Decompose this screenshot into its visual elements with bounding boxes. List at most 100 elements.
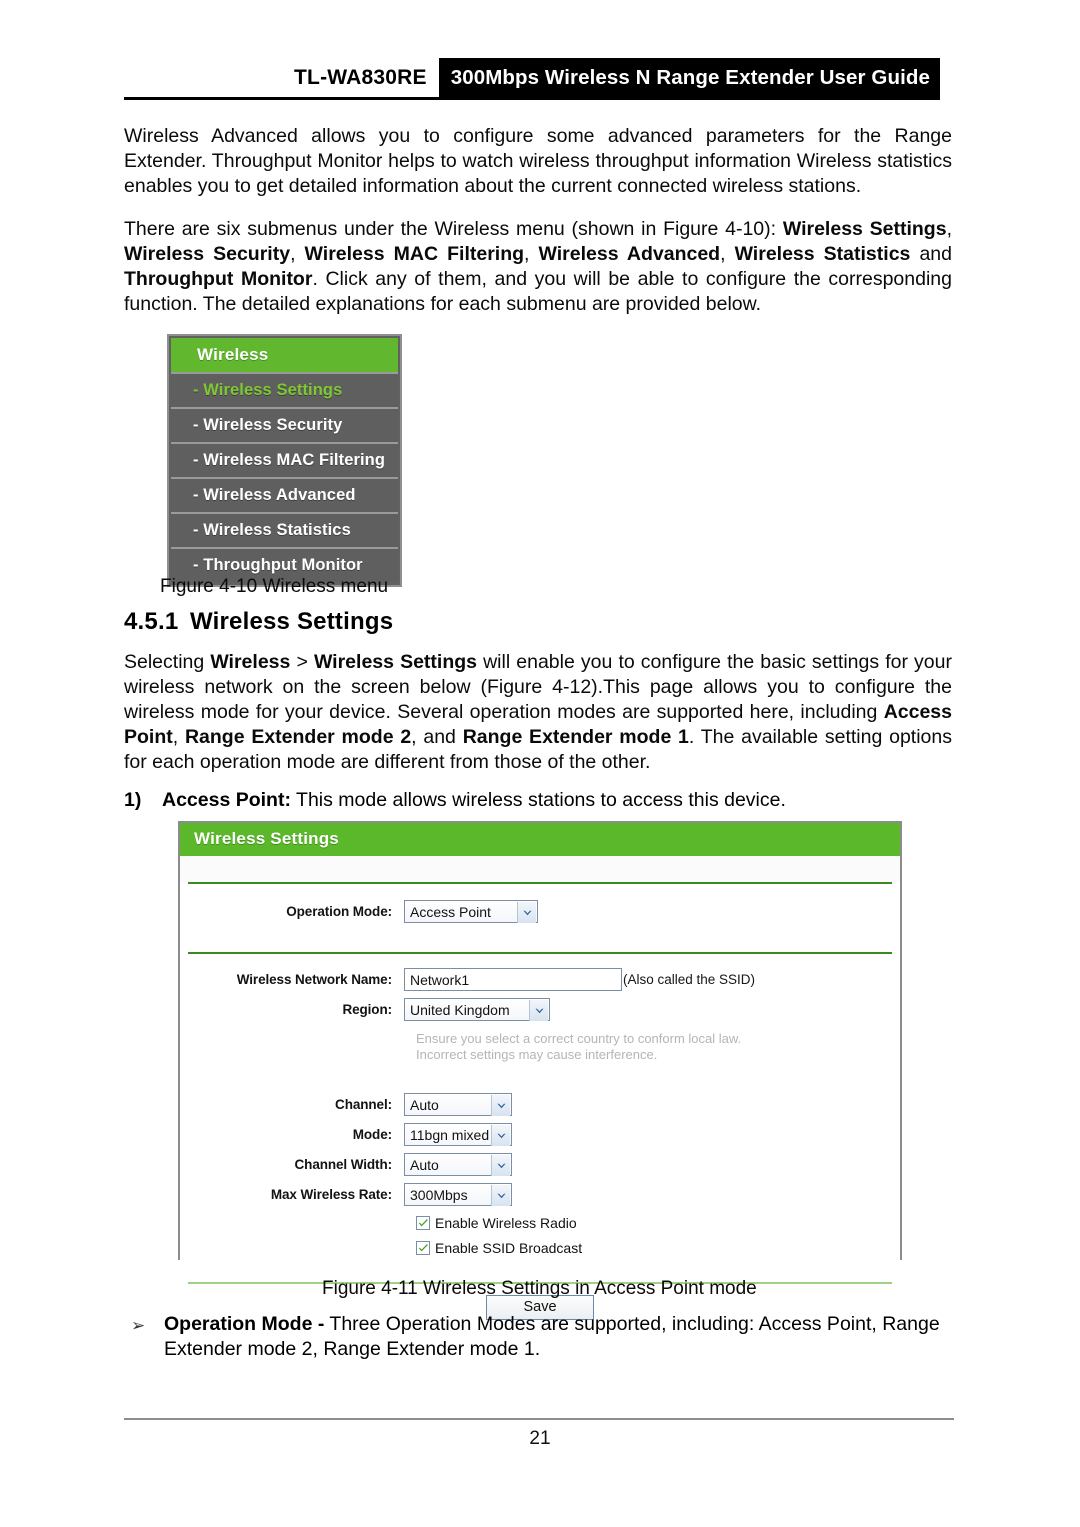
channel-width-select[interactable]: Auto xyxy=(404,1153,512,1176)
sect-bold-wireless: Wireless xyxy=(210,651,291,673)
numbered-item-bold: Access Point: xyxy=(162,789,291,811)
bullet-item-content: Operation Mode - Three Operation Modes a… xyxy=(164,1312,954,1362)
submenu-sep-1: , xyxy=(946,218,952,240)
network-name-label: Wireless Network Name: xyxy=(236,972,392,987)
sect-sep-2: , and xyxy=(411,726,463,748)
channel-width-label: Channel Width: xyxy=(294,1157,393,1172)
region-label: Region: xyxy=(342,1002,392,1017)
submenu-text-2: ): xyxy=(764,218,783,240)
enable-wireless-radio-row[interactable]: Enable Wireless Radio xyxy=(416,1215,900,1231)
mode-value: 11bgn mixed xyxy=(410,1126,490,1143)
device-model-label: TL-WA830RE xyxy=(294,58,439,98)
operation-mode-section: Operation Mode: Access Point xyxy=(180,884,900,952)
figure-caption-4-11: Figure 4-11 Wireless Settings in Access … xyxy=(322,1278,757,1299)
footer-divider-rule xyxy=(124,1418,954,1420)
sidebar-item-wireless-security[interactable]: - Wireless Security xyxy=(171,407,398,442)
channel-label: Channel: xyxy=(335,1097,392,1112)
submenu-bold-wireless-mac-filtering: Wireless MAC Filtering xyxy=(304,243,525,265)
submenu-bold-wireless-settings: Wireless Settings xyxy=(782,218,947,240)
sect-sep-1: , xyxy=(172,726,185,748)
channel-width-row: Channel Width: Auto xyxy=(180,1153,900,1176)
submenu-bold-wireless-advanced: Wireless Advanced xyxy=(538,243,721,265)
region-hint-line-2: Incorrect settings may cause interferenc… xyxy=(416,1047,658,1062)
submenu-bold-wireless-security: Wireless Security xyxy=(124,243,291,265)
page-title: 4.5.1 Wireless Settings xyxy=(124,608,393,636)
submenu-sep-2: , xyxy=(290,243,305,265)
header-divider-rule xyxy=(124,97,940,100)
submenu-sep-5: and xyxy=(910,243,952,265)
max-wireless-rate-value: 300Mbps xyxy=(410,1186,468,1203)
max-wireless-rate-select[interactable]: 300Mbps xyxy=(404,1183,512,1206)
channel-select[interactable]: Auto xyxy=(404,1093,512,1116)
chevron-down-icon[interactable] xyxy=(491,1125,510,1146)
arrow-bullet-icon: ➢ xyxy=(131,1316,146,1335)
channel-width-value: Auto xyxy=(410,1156,439,1173)
enable-ssid-broadcast-label: Enable SSID Broadcast xyxy=(435,1240,583,1256)
section-number: 4.5.1 xyxy=(124,608,179,635)
operation-mode-label: Operation Mode: xyxy=(286,904,392,919)
mode-row: Mode: 11bgn mixed xyxy=(180,1123,900,1146)
submenu-bold-throughput-monitor: Throughput Monitor xyxy=(124,268,313,290)
ssid-hint-note: (Also called the SSID) xyxy=(623,972,756,987)
document-page: TL-WA830RE 300Mbps Wireless N Range Exte… xyxy=(0,0,1080,1527)
panel-title-bar: Wireless Settings xyxy=(180,823,900,856)
submenu-text-1: There are six submenus under the Wireles… xyxy=(124,218,664,240)
intro-text-block: Wireless Advanced allows you to configur… xyxy=(124,124,952,335)
region-hint-text: Ensure you select a correct country to c… xyxy=(416,1028,900,1063)
sect-text-2: > xyxy=(290,651,314,673)
mode-select[interactable]: 11bgn mixed xyxy=(404,1123,512,1146)
section-title: Wireless Settings xyxy=(190,608,394,635)
channel-value: Auto xyxy=(410,1096,439,1113)
bullet-item-operation-mode: ➢ Operation Mode - Three Operation Modes… xyxy=(124,1312,954,1362)
wireless-settings-panel-figure: Wireless Settings Operation Mode: Access… xyxy=(178,821,902,1332)
section-text-block: Selecting Wireless > Wireless Settings w… xyxy=(124,650,952,793)
wireless-menu-figure: Wireless - Wireless Settings - Wireless … xyxy=(167,334,402,587)
list-marker: 1) xyxy=(124,789,142,811)
region-row: Region: United Kingdom xyxy=(180,998,900,1021)
chevron-down-icon[interactable] xyxy=(529,1000,548,1021)
network-name-input[interactable]: Network1 xyxy=(404,968,622,991)
panel-title-spacer xyxy=(180,856,900,882)
channel-row: Channel: Auto xyxy=(180,1093,900,1116)
sect-bold-range-extender-mode-1: Range Extender mode 1 xyxy=(462,726,689,748)
enable-ssid-broadcast-row[interactable]: Enable SSID Broadcast xyxy=(416,1240,900,1256)
figure-ref-4-10: Figure 4-10 xyxy=(663,218,765,240)
submenu-sep-3: , xyxy=(524,243,539,265)
max-wireless-rate-row: Max Wireless Rate: 300Mbps xyxy=(180,1183,900,1206)
chevron-down-icon[interactable] xyxy=(517,902,536,923)
network-name-row: Wireless Network Name: Network1 (Also ca… xyxy=(180,968,900,991)
mode-label: Mode: xyxy=(352,1127,392,1142)
sidebar-item-wireless-advanced[interactable]: - Wireless Advanced xyxy=(171,477,398,512)
wireless-menu-header: Wireless xyxy=(171,338,398,372)
max-wireless-rate-label: Max Wireless Rate: xyxy=(270,1187,392,1202)
bullet-item-bold: Operation Mode - xyxy=(164,1313,325,1335)
parameters-spacer xyxy=(180,1063,900,1093)
numbered-item-access-point: 1) Access Point: This mode allows wireles… xyxy=(124,788,952,813)
chevron-down-icon[interactable] xyxy=(491,1185,510,1206)
enable-wireless-radio-label: Enable Wireless Radio xyxy=(435,1215,577,1231)
submenu-bold-wireless-statistics: Wireless Statistics xyxy=(734,243,911,265)
page-number: 21 xyxy=(529,1428,551,1449)
figure-caption-4-10: Figure 4-10 Wireless menu xyxy=(160,576,389,597)
chevron-down-icon[interactable] xyxy=(491,1155,510,1176)
operation-mode-value: Access Point xyxy=(410,903,491,920)
paragraph-wireless-advanced: Wireless Advanced allows you to configur… xyxy=(124,125,952,197)
operation-mode-row: Operation Mode: Access Point xyxy=(180,900,900,923)
submenu-sep-4: , xyxy=(720,243,735,265)
wireless-parameters-section: Wireless Network Name: Network1 (Also ca… xyxy=(180,954,900,1282)
checkbox-checked-icon[interactable] xyxy=(416,1216,430,1230)
operation-mode-select[interactable]: Access Point xyxy=(404,900,538,923)
running-header: TL-WA830RE 300Mbps Wireless N Range Exte… xyxy=(124,58,940,98)
numbered-item-text: This mode allows wireless stations to ac… xyxy=(290,789,786,811)
sidebar-item-wireless-settings[interactable]: - Wireless Settings xyxy=(171,372,398,407)
network-name-value: Network1 xyxy=(410,971,470,988)
chevron-down-icon[interactable] xyxy=(491,1095,510,1116)
guide-title-banner: 300Mbps Wireless N Range Extender User G… xyxy=(438,58,940,98)
checkbox-checked-icon[interactable] xyxy=(416,1241,430,1255)
sect-text-1: Selecting xyxy=(124,651,211,673)
region-hint-line-1: Ensure you select a correct country to c… xyxy=(416,1031,742,1046)
sidebar-item-wireless-mac-filtering[interactable]: - Wireless MAC Filtering xyxy=(171,442,398,477)
sidebar-item-wireless-statistics[interactable]: - Wireless Statistics xyxy=(171,512,398,547)
sect-bold-wireless-settings: Wireless Settings xyxy=(313,651,477,673)
region-select[interactable]: United Kingdom xyxy=(404,998,550,1021)
